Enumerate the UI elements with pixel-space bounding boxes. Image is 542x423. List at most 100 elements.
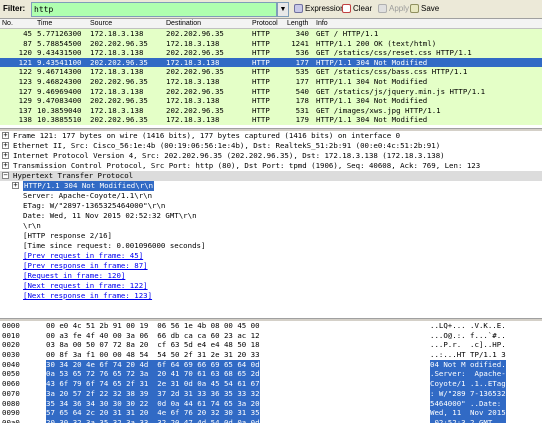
expand-icon[interactable]: + bbox=[2, 152, 9, 159]
tree-item-tcp[interactable]: + Transmission Control Protocol, Src Por… bbox=[0, 161, 542, 171]
packet-row[interactable]: 129 9.47083400 202.202.96.35 172.18.3.138 HT… bbox=[0, 96, 542, 106]
bytes-hex[interactable]: 00 a3 fe 4f 40 00 3a 06 66 db ca ca 60 2… bbox=[46, 331, 260, 341]
packet-row[interactable]: 45 5.77126300 172.18.3.138 202.202.96.35 HTT… bbox=[0, 29, 542, 39]
packet-cell-info: GET /images/xws.jpg HTTP/1.1 bbox=[316, 105, 441, 115]
packet-cell-info: HTTP/1.1 304 Not Modified bbox=[316, 76, 428, 86]
tree-item-next-response[interactable]: [Next response in frame: 123] bbox=[0, 291, 542, 301]
column-header-source[interactable]: Source bbox=[90, 20, 112, 27]
bytes-hex[interactable]: 3a 20 57 2f 22 32 38 39 37 2d 31 33 36 3… bbox=[46, 388, 260, 399]
packet-row[interactable]: 137 10.3859040 172.18.3.138 202.202.96.35 HT… bbox=[0, 105, 542, 116]
packet-cell-proto: HTTP bbox=[252, 105, 270, 115]
packet-cell-no: 123 bbox=[18, 76, 32, 86]
tree-item-server[interactable]: Server: Apache-Coyote/1.1\r\n bbox=[0, 191, 542, 201]
packet-cell-src: 172.18.3.138 bbox=[90, 86, 144, 96]
packet-row[interactable]: 87 5.78854500 202.202.96.35 172.18.3.138 HTT… bbox=[0, 38, 542, 49]
packet-cell-time: 5.78854500 bbox=[37, 38, 82, 48]
apply-button[interactable]: Apply bbox=[378, 4, 409, 13]
chevron-down-icon: ▼ bbox=[279, 6, 287, 13]
bytes-ascii[interactable]: ...P.r. .c]..HP. bbox=[430, 340, 506, 350]
filter-dropdown-button[interactable]: ▼ bbox=[277, 2, 289, 17]
expand-icon[interactable]: + bbox=[2, 162, 9, 169]
bytes-ascii[interactable]: Wed, 11 Nov 2015 bbox=[430, 408, 506, 418]
tree-item-status-line[interactable]: + HTTP/1.1 304 Not Modified\r\n bbox=[0, 181, 542, 191]
tree-item-request-in[interactable]: [Request in frame: 120] bbox=[0, 271, 542, 281]
filter-input[interactable]: http bbox=[31, 2, 277, 17]
tree-item-etag[interactable]: ETag: W/"2897-1365325464000"\r\n bbox=[0, 201, 542, 211]
packet-row[interactable]: 127 9.46969400 172.18.3.138 202.202.96.35 HT… bbox=[0, 86, 542, 97]
expand-icon[interactable]: + bbox=[12, 182, 19, 189]
bytes-ascii[interactable]: ..LQ+... .V.K..E. bbox=[430, 321, 506, 331]
bytes-ascii[interactable]: : W/"289 7-136532 bbox=[430, 388, 506, 399]
column-header-protocol[interactable]: Protocol bbox=[252, 20, 278, 27]
bytes-hex[interactable]: 20 30 32 3a 35 32 3a 33 32 20 47 4d 54 0… bbox=[46, 417, 260, 423]
packet-cell-time: 5.77126300 bbox=[37, 29, 82, 38]
bytes-ascii[interactable]: Coyote/1 .1..ETag bbox=[430, 379, 506, 389]
bytes-ascii[interactable]: ..:...HT TP/1.1 3 bbox=[430, 350, 506, 360]
expand-icon[interactable]: + bbox=[2, 142, 9, 149]
bytes-ascii[interactable]: .Server: Apache- bbox=[430, 369, 506, 380]
expand-icon[interactable]: + bbox=[2, 132, 9, 139]
packet-row[interactable]: 122 9.46714300 172.18.3.138 202.202.96.35 HT… bbox=[0, 67, 542, 77]
packet-cell-info: GET /statics/css/reset.css HTTP/1.1 bbox=[316, 48, 472, 58]
filter-label: Filter: bbox=[3, 4, 26, 13]
bytes-hex[interactable]: 00 e0 4c 51 2b 91 00 19 06 56 1e 4b 08 0… bbox=[46, 321, 260, 331]
tree-item-ethernet[interactable]: + Ethernet II, Src: Cisco_56:1e:4b (00:1… bbox=[0, 141, 542, 151]
tree-item-prev-response[interactable]: [Prev response in frame: 87] bbox=[0, 261, 542, 271]
tree-item-date[interactable]: Date: Wed, 11 Nov 2015 02:52:32 GMT\r\n bbox=[0, 211, 542, 221]
tree-item-prev-request[interactable]: [Prev request in frame: 45] bbox=[0, 251, 542, 261]
save-button[interactable]: Save bbox=[410, 4, 439, 13]
tree-item-frame[interactable]: + Frame 121: 177 bytes on wire (1416 bit… bbox=[0, 131, 542, 141]
packet-cell-dst: 172.18.3.138 bbox=[166, 76, 220, 86]
column-header-destination[interactable]: Destination bbox=[166, 20, 201, 27]
bytes-hex[interactable]: 43 6f 79 6f 74 65 2f 31 2e 31 0d 0a 45 5… bbox=[46, 379, 260, 389]
packet-row[interactable]: 138 10.3885510 202.202.96.35 172.18.3.138 HT… bbox=[0, 115, 542, 125]
tree-item-ip[interactable]: + Internet Protocol Version 4, Src: 202.… bbox=[0, 151, 542, 161]
expression-icon bbox=[294, 4, 303, 13]
bytes-hex[interactable]: 30 34 20 4e 6f 74 20 4d 6f 64 69 66 69 6… bbox=[46, 359, 260, 370]
bytes-hex[interactable]: 35 34 36 34 30 30 30 22 0d 0a 44 61 74 6… bbox=[46, 398, 260, 409]
packet-row[interactable]: 123 9.46824300 202.202.96.35 172.18.3.138 HT… bbox=[0, 76, 542, 87]
column-header-length[interactable]: Length bbox=[287, 20, 308, 27]
bytes-hex[interactable]: 00 8f 3a f1 00 00 48 54 54 50 2f 31 2e 3… bbox=[46, 350, 260, 360]
tree-item-next-request[interactable]: [Next request in frame: 122] bbox=[0, 281, 542, 291]
prev-response-link[interactable]: [Prev response in frame: 87] bbox=[23, 261, 148, 270]
bytes-hex[interactable]: 57 65 64 2c 20 31 31 20 4e 6f 76 20 32 3… bbox=[46, 408, 260, 418]
clear-button[interactable]: Clear bbox=[342, 4, 372, 13]
clear-label: Clear bbox=[353, 4, 373, 13]
packet-cell-proto: HTTP bbox=[252, 29, 270, 38]
bytes-offset: 0060 bbox=[2, 379, 20, 389]
tree-item-crlf[interactable]: \r\n bbox=[0, 221, 542, 231]
bytes-ascii[interactable]: 02:52:3 2 GMT... bbox=[430, 417, 506, 423]
bytes-offset: 0020 bbox=[2, 340, 20, 350]
clear-icon bbox=[342, 4, 351, 13]
bytes-hex[interactable]: 0a 53 65 72 76 65 72 3a 20 41 70 61 63 6… bbox=[46, 369, 260, 380]
packet-cell-dst: 202.202.96.35 bbox=[166, 105, 224, 115]
packet-details[interactable]: + Frame 121: 177 bytes on wire (1416 bit… bbox=[0, 131, 542, 318]
collapse-icon[interactable]: − bbox=[2, 172, 9, 179]
column-header-info[interactable]: Info bbox=[316, 20, 328, 27]
tree-item-http-response[interactable]: [HTTP response 2/16] bbox=[0, 231, 542, 241]
bytes-ascii[interactable]: 04 Not M odified. bbox=[430, 359, 506, 370]
tree-item-http[interactable]: − Hypertext Transfer Protocol bbox=[0, 171, 542, 181]
packet-cell-len: 1241 bbox=[291, 38, 309, 48]
next-request-link[interactable]: [Next request in frame: 122] bbox=[23, 281, 148, 290]
request-in-frame-link[interactable]: [Request in frame: 120] bbox=[23, 271, 125, 280]
bytes-offset: 00a0 bbox=[2, 417, 20, 423]
next-response-link[interactable]: [Next response in frame: 123] bbox=[23, 291, 152, 300]
packet-cell-no: 121 bbox=[18, 57, 32, 67]
packet-cell-dst: 172.18.3.138 bbox=[166, 96, 220, 106]
packet-cell-time: 9.43431500 bbox=[37, 48, 82, 58]
packet-list[interactable]: No. Time Source Destination Protocol Len… bbox=[0, 19, 542, 128]
tree-item-time-since[interactable]: [Time since request: 0.001096000 seconds… bbox=[0, 241, 542, 251]
packet-cell-proto: HTTP bbox=[252, 57, 270, 67]
bytes-ascii[interactable]: ...O@.:. f...`#.. bbox=[430, 331, 506, 341]
packet-row[interactable]: 120 9.43431500 172.18.3.138 202.202.96.35 HT… bbox=[0, 48, 542, 58]
bytes-ascii[interactable]: 5464000" ..Date: bbox=[430, 398, 506, 409]
packet-bytes[interactable]: 0000 00 e0 4c 51 2b 91 00 19 06 56 1e 4b … bbox=[0, 321, 542, 423]
column-header-no[interactable]: No. bbox=[2, 20, 13, 27]
bytes-offset: 0010 bbox=[2, 330, 20, 340]
prev-request-link[interactable]: [Prev request in frame: 45] bbox=[23, 251, 143, 260]
column-header-time[interactable]: Time bbox=[37, 20, 52, 27]
bytes-hex[interactable]: 03 8a 00 50 07 72 8a 20 cf 63 5d e4 e4 4… bbox=[46, 340, 260, 350]
packet-row[interactable]: 121 9.43541100 202.202.96.35 172.18.3.138 HT… bbox=[0, 57, 542, 68]
